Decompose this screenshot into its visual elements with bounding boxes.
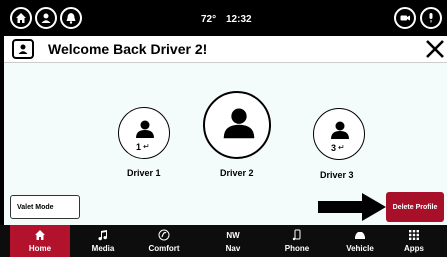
valet-mode-button[interactable]: Valet Mode xyxy=(10,195,80,219)
clock: 12:32 xyxy=(226,14,252,25)
nav-apps[interactable]: Apps xyxy=(384,225,444,257)
phone-icon xyxy=(292,229,301,241)
comfort-icon xyxy=(158,229,170,241)
arrow-pointer-icon xyxy=(318,193,386,221)
nav-home[interactable]: Home xyxy=(10,225,70,257)
seat-icon: ↵ xyxy=(338,143,345,152)
driver-2-label: Driver 2 xyxy=(220,168,254,178)
page-title: Welcome Back Driver 2! xyxy=(48,41,208,57)
driver-3-avatar[interactable]: 3 ↵ xyxy=(313,108,365,160)
nav-apps-label: Apps xyxy=(404,244,424,253)
delete-profile-button[interactable]: Delete Profile xyxy=(386,192,444,222)
close-icon[interactable] xyxy=(424,38,446,60)
nav-media[interactable]: Media xyxy=(73,225,133,257)
title-bar: Welcome Back Driver 2! xyxy=(4,36,447,63)
nav-vehicle[interactable]: Vehicle xyxy=(330,225,390,257)
compass-heading: NW xyxy=(226,231,240,240)
apps-grid-icon xyxy=(409,230,419,240)
nav-nav-label: Nav xyxy=(225,244,241,253)
home-icon xyxy=(35,230,45,240)
music-note-icon xyxy=(98,230,108,241)
home-icon[interactable] xyxy=(10,7,32,29)
nav-phone[interactable]: Phone xyxy=(267,225,327,257)
driver-3-profile[interactable]: 3 ↵ xyxy=(313,108,365,160)
temperature[interactable]: 72° xyxy=(201,14,216,25)
seat-number-3: 3 xyxy=(331,143,337,153)
camera-icon[interactable] xyxy=(394,7,416,29)
driver-2-avatar[interactable] xyxy=(203,91,271,159)
nav-comfort-label: Comfort xyxy=(148,244,180,253)
bottom-nav: Home Media Comfort NW Nav Phone Vehicle … xyxy=(0,225,447,257)
car-icon xyxy=(355,232,365,239)
nav-vehicle-label: Vehicle xyxy=(346,244,374,253)
driver-1-profile[interactable]: 1 ↵ xyxy=(118,107,170,159)
user-icon[interactable] xyxy=(35,7,57,29)
bell-icon[interactable] xyxy=(60,7,82,29)
driver-1-avatar[interactable]: 1 ↵ xyxy=(118,107,170,159)
microphone-icon[interactable] xyxy=(420,7,442,29)
driver-1-label: Driver 1 xyxy=(127,168,161,178)
seat-icon: ↵ xyxy=(143,142,150,151)
driver-3-label: Driver 3 xyxy=(320,170,354,180)
status-bar: 72° 12:32 xyxy=(0,0,447,36)
seat-number-1: 1 xyxy=(136,142,142,152)
nav-phone-label: Phone xyxy=(284,244,310,253)
nav-home-label: Home xyxy=(28,244,52,253)
profile-icon xyxy=(12,39,34,59)
driver-2-profile[interactable] xyxy=(203,91,271,159)
nav-comfort[interactable]: Comfort xyxy=(134,225,194,257)
nav-nav[interactable]: NW Nav xyxy=(203,225,263,257)
nav-media-label: Media xyxy=(91,244,115,253)
